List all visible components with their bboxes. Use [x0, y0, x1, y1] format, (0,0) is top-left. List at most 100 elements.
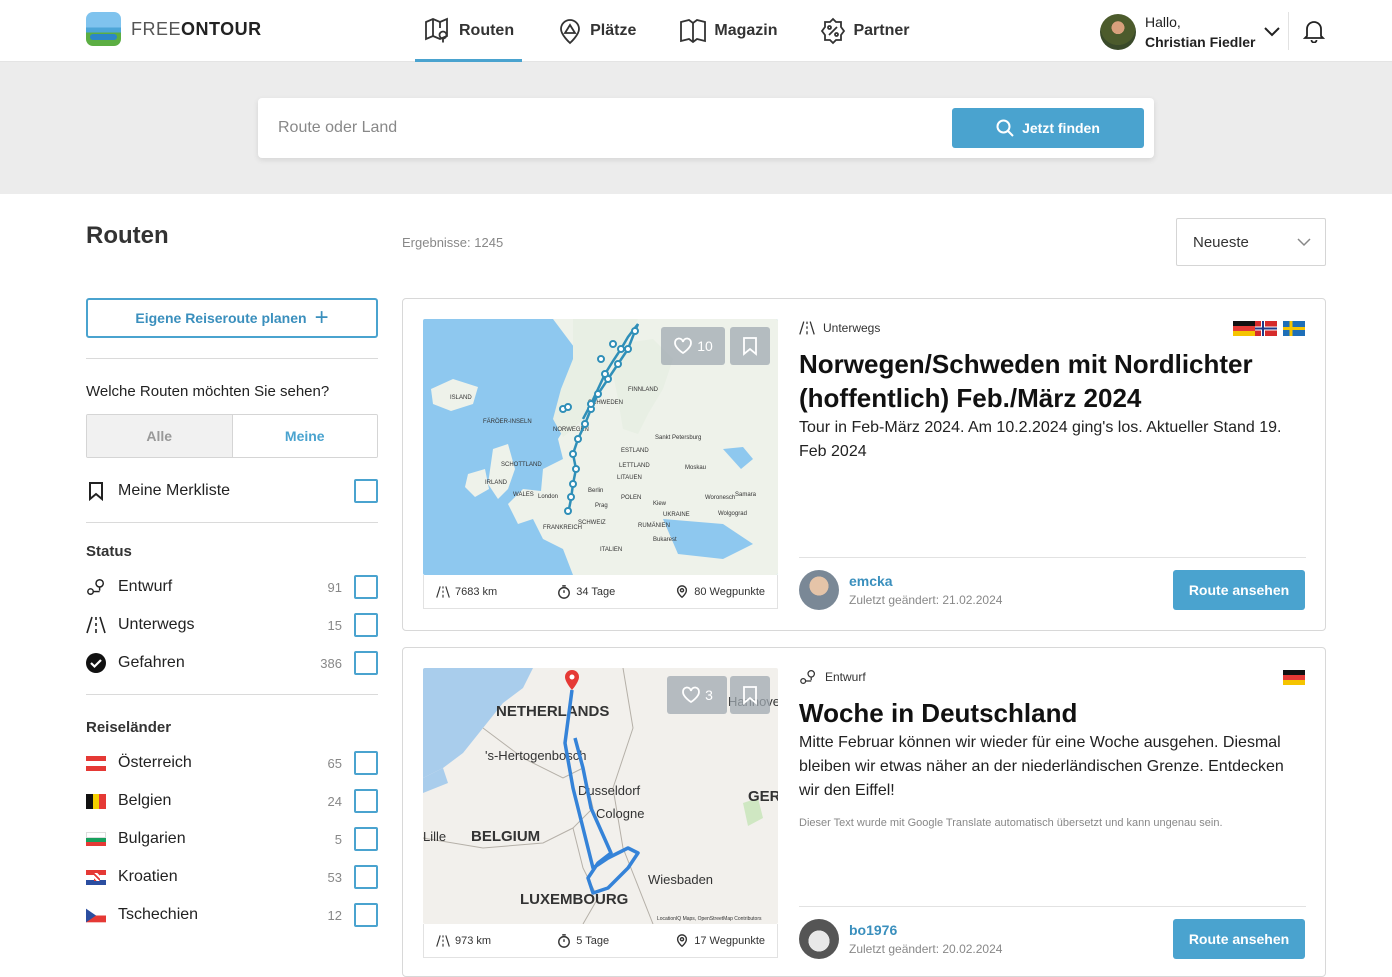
road-icon: [86, 615, 106, 635]
sweden-flag-icon: [1283, 321, 1305, 336]
waypoints-stat: 80 Wegpunkte: [675, 584, 765, 599]
status-filter-gefahren[interactable]: Gefahren 386: [86, 644, 378, 682]
map-label: Moskau: [685, 465, 706, 471]
nav-partner[interactable]: Partner: [811, 0, 917, 62]
nav-plaetze[interactable]: Plätze: [548, 0, 644, 62]
route-author: emcka Zuletzt geändert: 21.02.2024: [799, 570, 1002, 610]
duration-stat: 5 Tage: [557, 933, 609, 948]
country-filter-kroatien[interactable]: Kroatien 53: [86, 858, 378, 896]
map-label: ISLAND: [450, 395, 472, 401]
place-pin-icon: [560, 19, 581, 45]
bookmark-button[interactable]: [730, 327, 770, 365]
like-count: 10: [697, 338, 713, 354]
country-checkbox[interactable]: [354, 903, 378, 927]
map-label: WALES: [513, 492, 534, 498]
filter-count: 24: [327, 793, 342, 809]
status-filter-unterwegs[interactable]: Unterwegs 15: [86, 606, 378, 644]
results-count: Ergebnisse: 1245: [402, 235, 504, 250]
map-label: Wiesbaden: [648, 872, 713, 887]
country-filter-belgien[interactable]: Belgien 24: [86, 782, 378, 820]
norway-flag-icon: [1255, 321, 1277, 336]
filter-sidebar: Eigene Reiseroute planen + Welche Routen…: [86, 298, 378, 934]
route-card: ISLAND FÄRÖER-INSELN NORWEGEN SCHWEDEN F…: [402, 298, 1326, 631]
segment-alle[interactable]: Alle: [87, 415, 232, 457]
road-icon: [436, 585, 450, 598]
route-title[interactable]: Norwegen/Schweden mit Nordlichter (hoffe…: [799, 347, 1299, 415]
map-label: London: [538, 494, 558, 500]
map-label: Woronesch: [705, 495, 735, 501]
like-count: 3: [705, 687, 713, 703]
route-title[interactable]: Woche in Deutschland: [799, 696, 1299, 730]
country-filter-bulgarien[interactable]: Bulgarien 5: [86, 820, 378, 858]
filter-count: 386: [320, 655, 342, 671]
status-checkbox[interactable]: [354, 613, 378, 637]
filter-label: Gefahren: [118, 654, 185, 671]
road-icon: [436, 934, 450, 947]
user-avatar[interactable]: [1100, 14, 1136, 50]
divider: [86, 358, 378, 359]
filter-label: Österreich: [118, 754, 192, 771]
user-menu[interactable]: Hallo, Christian Fiedler: [1100, 12, 1281, 52]
route-stats: 973 km 5 Tage 17 Wegpunkte: [423, 924, 778, 958]
country-checkbox[interactable]: [354, 827, 378, 851]
chevron-down-icon[interactable]: [1263, 26, 1281, 38]
country-checkbox[interactable]: [354, 751, 378, 775]
route-stats: 7683 km 34 Tage 80 Wegpunkte: [423, 575, 778, 609]
plus-icon: +: [314, 304, 329, 331]
like-button[interactable]: 10: [661, 327, 725, 365]
author-name[interactable]: emcka: [849, 573, 1002, 589]
route-description: Tour in Feb-März 2024. Am 10.2.2024 ging…: [799, 419, 1282, 460]
country-filter-tschechien[interactable]: Tschechien 12: [86, 896, 378, 934]
header-separator: [1288, 12, 1289, 50]
map-label: BELGIUM: [471, 828, 540, 845]
country-checkbox[interactable]: [354, 789, 378, 813]
plan-route-button[interactable]: Eigene Reiseroute planen +: [86, 298, 378, 338]
filter-count: 5: [334, 831, 342, 847]
pin-icon: [677, 933, 688, 947]
distance-stat: 973 km: [436, 934, 491, 948]
route-type-question: Welche Routen möchten Sie sehen?: [86, 383, 330, 400]
view-route-button[interactable]: Route ansehen: [1173, 919, 1305, 959]
freeontour-logo[interactable]: FREEONTOUR: [86, 12, 262, 46]
status-filter-entwurf[interactable]: Entwurf 91: [86, 568, 378, 606]
view-route-button[interactable]: Route ansehen: [1173, 570, 1305, 610]
filter-count: 15: [327, 617, 342, 633]
merkliste-filter[interactable]: Meine Merkliste: [86, 472, 378, 510]
pin-icon: [677, 584, 688, 598]
route-type-toggle: Alle Meine: [86, 414, 378, 458]
status-checkbox[interactable]: [354, 651, 378, 675]
map-label: Samara: [735, 492, 757, 498]
segment-meine[interactable]: Meine: [231, 415, 377, 457]
search-icon: [996, 119, 1014, 137]
like-button[interactable]: 3: [667, 676, 727, 714]
route-pin-icon: [86, 577, 106, 597]
search-box: Jetzt finden: [258, 98, 1154, 158]
nav-magazin[interactable]: Magazin: [670, 0, 785, 62]
main-nav: Routen Plätze Magazin Partner: [415, 0, 944, 62]
bulgaria-flag-icon: [86, 829, 106, 849]
map-label: LITAUEN: [617, 475, 642, 481]
merkliste-checkbox[interactable]: [354, 479, 378, 503]
sort-select[interactable]: Neueste: [1176, 218, 1326, 266]
percent-badge-icon: [821, 17, 846, 45]
search-input[interactable]: [278, 112, 938, 144]
country-filter-oesterreich[interactable]: Österreich 65: [86, 744, 378, 782]
nav-routen[interactable]: Routen: [415, 0, 523, 62]
user-name: Christian Fiedler: [1145, 34, 1256, 50]
map-label: FRANKREICH: [543, 525, 582, 531]
divider: [86, 522, 378, 523]
bookmark-button[interactable]: [730, 676, 770, 714]
search-button[interactable]: Jetzt finden: [952, 108, 1144, 148]
author-name[interactable]: bo1976: [849, 922, 1002, 938]
translate-note: Dieser Text wurde mit Google Translate a…: [799, 817, 1223, 829]
bookmark-icon: [86, 481, 106, 501]
author-avatar[interactable]: [799, 919, 839, 959]
status-checkbox[interactable]: [354, 575, 378, 599]
map-label: Sankt Petersburg: [655, 435, 701, 441]
bell-icon[interactable]: [1303, 19, 1325, 43]
route-card: NETHERLANDS 's-Hertogenbosch Dusseldorf …: [402, 647, 1326, 977]
stopwatch-icon: [558, 933, 571, 948]
author-avatar[interactable]: [799, 570, 839, 610]
nav-label: Partner: [853, 22, 910, 39]
country-checkbox[interactable]: [354, 865, 378, 889]
